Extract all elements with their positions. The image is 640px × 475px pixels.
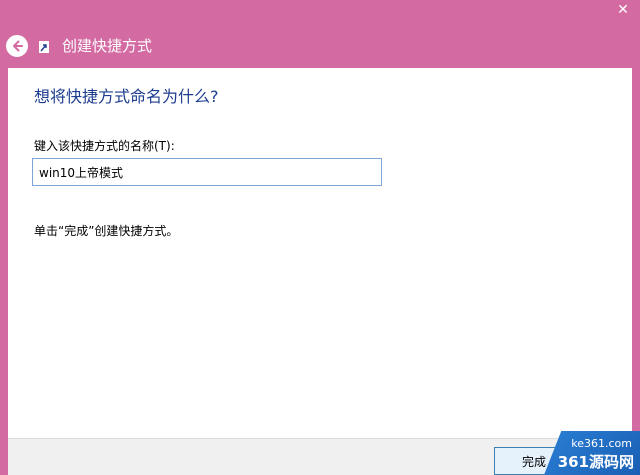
- window-title: 创建快捷方式: [62, 37, 153, 55]
- wizard-content: 想将快捷方式命名为什么? 键入该快捷方式的名称(T): 单击“完成”创建快捷方式…: [8, 68, 632, 438]
- shortcut-name-input[interactable]: [32, 158, 382, 186]
- wizard-footer: 完成: [8, 438, 632, 475]
- watermark-brand: 361源码网: [557, 453, 634, 471]
- title-bar: ✕ 创建快捷方式: [0, 0, 640, 68]
- name-field-label: 键入该快捷方式的名称(T):: [34, 139, 175, 153]
- back-arrow-icon: [13, 40, 23, 52]
- watermark-site: ke361.com: [571, 437, 632, 450]
- page-heading: 想将快捷方式命名为什么?: [34, 87, 219, 106]
- create-shortcut-window: ✕ 创建快捷方式 想将快捷方式命名为什么? 键入该快捷方式的名称(T): 单击“…: [0, 0, 640, 475]
- close-button[interactable]: ✕: [606, 0, 640, 20]
- close-icon: ✕: [617, 2, 629, 18]
- back-button[interactable]: [6, 35, 28, 57]
- finish-hint: 单击“完成”创建快捷方式。: [34, 224, 179, 238]
- shortcut-arrow-icon: [39, 41, 49, 53]
